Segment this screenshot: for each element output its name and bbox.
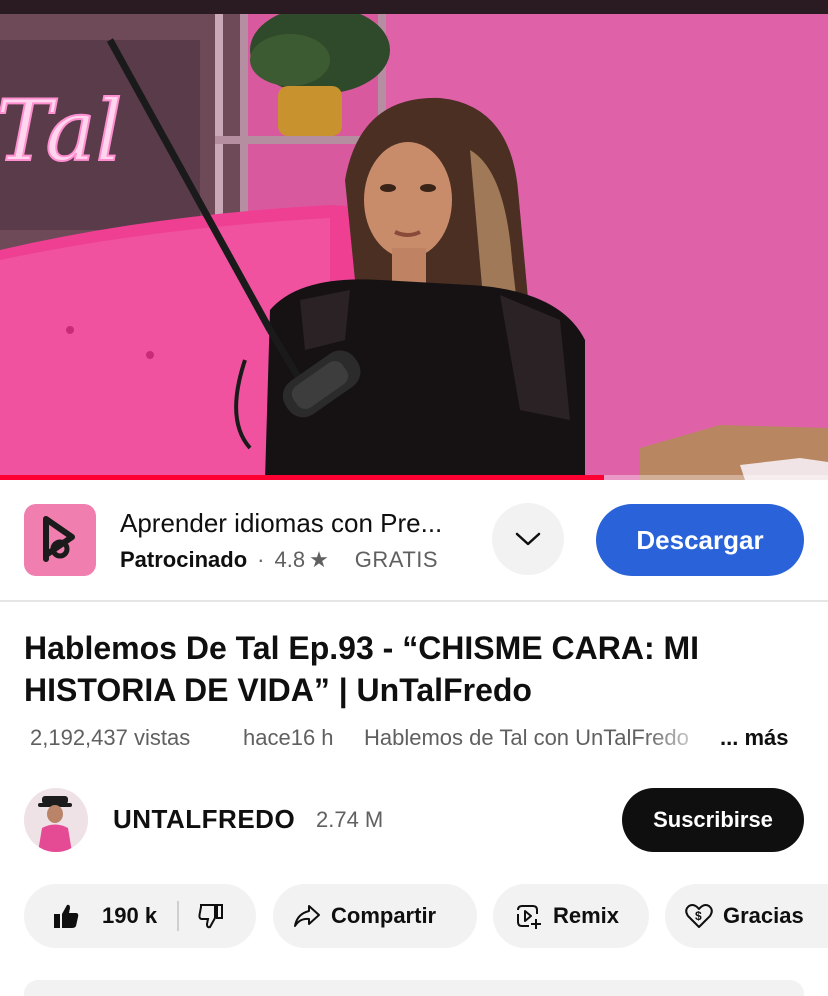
progress-bar[interactable] <box>0 475 828 480</box>
like-count: 190 k <box>102 903 158 928</box>
progress-fill <box>0 475 605 480</box>
video-player[interactable]: Tal <box>0 0 828 480</box>
video-meta[interactable]: 2,192,437 vistas hace16 h Hablemos de Ta… <box>30 725 810 755</box>
download-button[interactable]: Descargar <box>596 504 804 576</box>
thumbs-up-icon <box>54 904 79 928</box>
share-label: Compartir <box>331 903 437 928</box>
svg-text:$: $ <box>695 909 702 923</box>
view-count: 2,192,437 vistas <box>30 725 191 750</box>
ad-meta: Patrocinado · 4.8 ★ GRATIS <box>120 547 438 573</box>
ad-expand-button[interactable] <box>492 503 564 575</box>
video-frame: Tal <box>0 0 828 480</box>
share-arrow-icon <box>294 905 320 927</box>
app-logo-icon[interactable] <box>24 504 96 576</box>
divider <box>0 600 828 602</box>
sponsored-label: Patrocinado <box>120 547 248 572</box>
ad-title[interactable]: Aprender idiomas con Pre... <box>120 508 480 539</box>
dislike-button[interactable] <box>197 902 225 930</box>
separator-dot: · <box>257 547 265 572</box>
star-icon: ★ <box>309 547 329 572</box>
share-button[interactable]: Compartir <box>273 884 477 948</box>
video-title[interactable]: Hablemos De Tal Ep.93 - “CHISME CARA: MI… <box>24 627 814 711</box>
remix-label: Remix <box>553 903 620 928</box>
subscribe-button[interactable]: Suscribirse <box>622 788 804 852</box>
ad-price: GRATIS <box>354 547 439 572</box>
playlist-link[interactable]: Hablemos de Tal con UnTalFredo <box>364 725 714 751</box>
more-link[interactable]: ... más <box>720 725 788 751</box>
like-button[interactable]: 190 k <box>24 902 157 930</box>
subscriber-count: 2.74 M <box>316 807 384 832</box>
like-dislike-group: 190 k <box>24 884 256 948</box>
description-card[interactable] <box>24 980 804 996</box>
remix-button[interactable]: Remix <box>493 884 649 948</box>
thanks-button[interactable]: $ Gracias <box>665 884 828 948</box>
remix-icon <box>517 905 541 929</box>
status-bar <box>0 0 828 14</box>
channel-name[interactable]: UNTALFREDO <box>113 804 295 835</box>
heart-dollar-icon: $ <box>685 904 713 928</box>
thumbs-down-icon <box>198 904 224 929</box>
ad-rating: 4.8 <box>274 547 306 572</box>
chevron-down-icon <box>515 532 541 546</box>
channel-avatar[interactable] <box>24 788 88 852</box>
neon-sign: Tal <box>0 81 123 181</box>
chip-separator <box>177 901 180 931</box>
upload-age: hace16 h <box>243 725 334 750</box>
thanks-label: Gracias <box>723 903 804 928</box>
svg-text:Tal: Tal <box>0 82 122 180</box>
